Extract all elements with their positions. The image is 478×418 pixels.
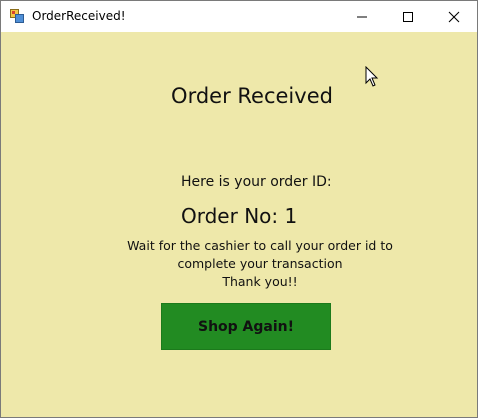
wait-message: Wait for the cashier to call your order … xyxy=(1,237,478,291)
client-area: Order Received Here is your order ID: Or… xyxy=(1,32,477,417)
title-bar[interactable]: OrderReceived! xyxy=(1,1,477,32)
maximize-button[interactable] xyxy=(385,1,431,32)
close-icon xyxy=(448,11,460,22)
order-received-window: OrderReceived! Order Received Here is yo… xyxy=(0,0,478,418)
app-icon xyxy=(10,9,24,23)
minimize-button[interactable] xyxy=(339,1,385,32)
order-id-prompt: Here is your order ID: xyxy=(181,174,332,190)
mouse-cursor-icon xyxy=(365,66,379,87)
wait-line-2: complete your transaction xyxy=(177,256,343,271)
shop-again-button[interactable]: Shop Again! xyxy=(161,303,331,350)
minimize-icon xyxy=(357,16,367,17)
wait-line-1: Wait for the cashier to call your order … xyxy=(127,238,393,253)
thank-you-text: Thank you!! xyxy=(222,274,298,289)
page-title: Order Received xyxy=(171,84,333,108)
order-label: Order No: xyxy=(181,204,279,228)
close-button[interactable] xyxy=(431,1,477,32)
order-number-line: Order No: 1 xyxy=(181,204,297,228)
maximize-icon xyxy=(403,11,413,22)
order-number: 1 xyxy=(284,204,298,228)
window-title: OrderReceived! xyxy=(32,9,126,23)
